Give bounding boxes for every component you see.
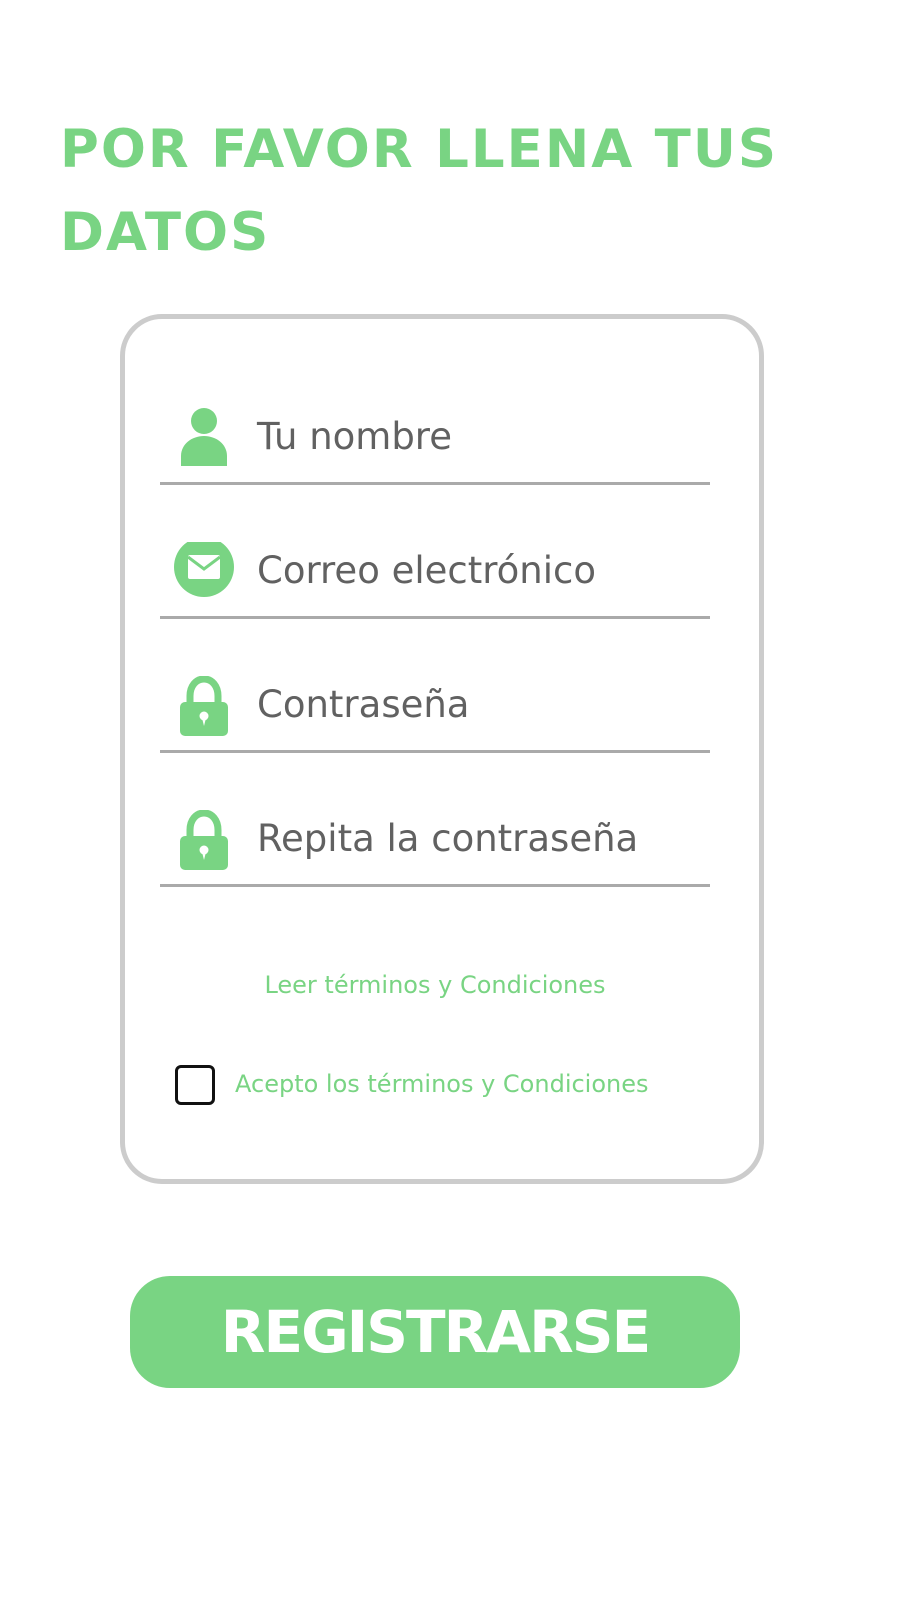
repeat-password-field[interactable]: Repita la contraseña [160, 804, 710, 887]
lock-icon [174, 810, 234, 872]
name-field-placeholder: Tu nombre [257, 415, 452, 458]
user-icon [174, 408, 234, 470]
mail-icon [174, 542, 234, 604]
password-field[interactable]: Contraseña [160, 670, 710, 753]
register-button[interactable]: REGISTRARSE [130, 1276, 740, 1388]
password-field-placeholder: Contraseña [257, 683, 470, 726]
registration-screen: POR FAVOR LLENA TUS DATOS Tu nombre Corr… [0, 0, 900, 1600]
email-field[interactable]: Correo electrónico [160, 536, 710, 619]
accept-terms-label: Acepto los términos y Condiciones [235, 1070, 649, 1098]
email-field-placeholder: Correo electrónico [257, 549, 596, 592]
name-field[interactable]: Tu nombre [160, 402, 710, 485]
accept-terms-checkbox[interactable] [175, 1065, 215, 1105]
page-title: POR FAVOR LLENA TUS DATOS [60, 119, 779, 263]
lock-icon [174, 676, 234, 738]
read-terms-link[interactable]: Leer términos y Condiciones [160, 968, 710, 1002]
repeat-password-field-placeholder: Repita la contraseña [257, 817, 639, 860]
